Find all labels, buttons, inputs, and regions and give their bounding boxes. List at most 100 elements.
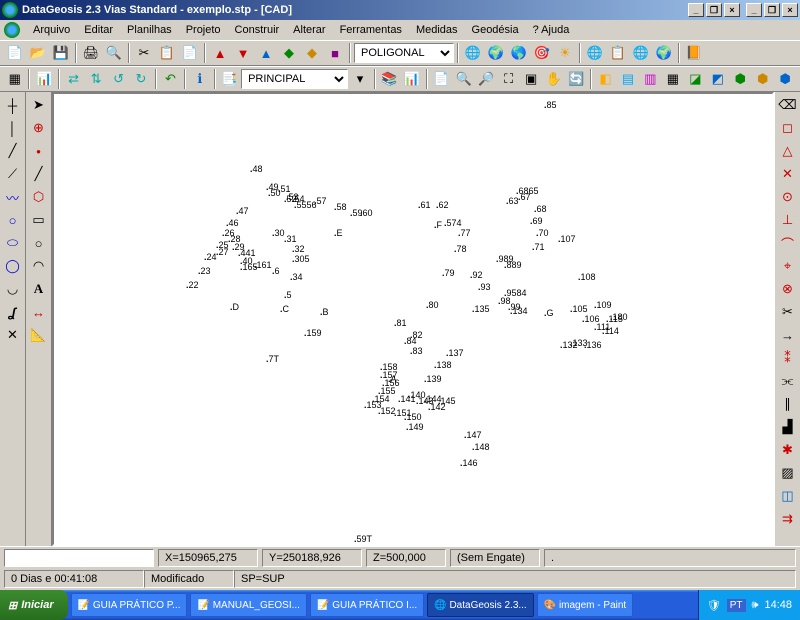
tool-a-icon[interactable]: ▲: [209, 42, 231, 64]
paste-icon[interactable]: 📄: [179, 42, 201, 64]
help-icon[interactable]: 📙: [683, 42, 705, 64]
mirror-icon[interactable]: ▟: [777, 416, 799, 438]
closed-icon[interactable]: ⬡: [28, 186, 50, 208]
globe-1-icon[interactable]: 🌐: [462, 42, 484, 64]
globe-2-icon[interactable]: 🌍: [485, 42, 507, 64]
taskbar-item[interactable]: 🌐 DataGeosis 2.3...: [427, 593, 534, 617]
copy-icon[interactable]: 📋: [156, 42, 178, 64]
tray-vol-icon[interactable]: 🕪: [752, 599, 759, 612]
arc2-icon[interactable]: ◯: [2, 255, 24, 277]
dline-icon[interactable]: ⟋: [2, 163, 24, 185]
layer-f-icon[interactable]: ◩: [707, 68, 728, 90]
line-icon[interactable]: ╱: [2, 140, 24, 162]
globe-5-icon[interactable]: 🌐: [630, 42, 652, 64]
curve-icon[interactable]: ʆ: [2, 301, 24, 323]
preview-icon[interactable]: 🔍: [103, 42, 125, 64]
taskbar-item[interactable]: 📝 MANUAL_GEOSI...: [190, 593, 306, 617]
circ2-icon[interactable]: ○: [28, 232, 50, 254]
zoom-out-icon[interactable]: 🔎: [476, 68, 497, 90]
refresh-icon[interactable]: 🔄: [565, 68, 586, 90]
menu-projeto[interactable]: Projeto: [179, 22, 228, 38]
chart-icon[interactable]: 📊: [33, 68, 54, 90]
delete-icon[interactable]: ✕: [2, 324, 24, 346]
taskbar-item[interactable]: 📝 GUIA PRÁTICO I...: [310, 593, 424, 617]
new-icon[interactable]: 📄: [4, 42, 26, 64]
globe-4-icon[interactable]: 🌐: [584, 42, 606, 64]
arrows-2-icon[interactable]: ⇅: [85, 68, 106, 90]
cad-canvas[interactable]: 85 59T 222324252627282944140464748495051…: [52, 92, 774, 546]
cut-icon[interactable]: ✂: [133, 42, 155, 64]
maximize-button[interactable]: ❐: [706, 3, 722, 17]
snap-cen-icon[interactable]: ⊙: [777, 186, 799, 208]
snap-near-icon[interactable]: ⌖: [777, 255, 799, 277]
polyline-icon[interactable]: 〰: [2, 186, 24, 208]
tool-b-icon[interactable]: ▼: [232, 42, 254, 64]
axis-icon[interactable]: ┼: [2, 94, 24, 116]
undo-icon[interactable]: ↶: [160, 68, 181, 90]
menu-construir[interactable]: Construir: [228, 22, 287, 38]
print-icon[interactable]: 🖨: [80, 42, 102, 64]
menu-geodsia[interactable]: Geodésia: [465, 22, 526, 38]
grid-icon[interactable]: ▦: [4, 68, 25, 90]
zoom-window-icon[interactable]: ▣: [520, 68, 541, 90]
join-icon[interactable]: ⫘: [777, 370, 799, 392]
child-maximize-button[interactable]: ❐: [764, 3, 780, 17]
menu-ferramentas[interactable]: Ferramentas: [333, 22, 409, 38]
info-icon[interactable]: ℹ: [189, 68, 210, 90]
menu-alterar[interactable]: Alterar: [286, 22, 332, 38]
globe-3-icon[interactable]: 🌎: [508, 42, 530, 64]
menu-planilhas[interactable]: Planilhas: [120, 22, 179, 38]
rect-icon[interactable]: ▭: [28, 209, 50, 231]
clock[interactable]: 14:48: [764, 599, 792, 611]
snap-int-icon[interactable]: ✕: [777, 163, 799, 185]
offset-icon[interactable]: ∥: [777, 393, 799, 415]
layer-combo[interactable]: PRINCIPAL: [241, 69, 348, 89]
circle-icon[interactable]: ○: [2, 209, 24, 231]
ellipse-icon[interactable]: ⬭: [2, 232, 24, 254]
poligonal-combo[interactable]: POLIGONAL: [354, 43, 454, 63]
trim-icon[interactable]: ✂: [777, 301, 799, 323]
page-icon[interactable]: 📄: [431, 68, 452, 90]
command-input[interactable]: [4, 549, 154, 567]
stack-icon[interactable]: 📚: [379, 68, 400, 90]
menu-medidas[interactable]: Medidas: [409, 22, 465, 38]
layer-b-icon[interactable]: ▤: [617, 68, 638, 90]
snap-perp-icon[interactable]: ⊥: [777, 209, 799, 231]
break-icon[interactable]: ⁑: [777, 347, 799, 369]
target-icon[interactable]: 🎯: [531, 42, 553, 64]
tool-e-icon[interactable]: ◆: [301, 42, 323, 64]
surf-a-icon[interactable]: ⬢: [730, 68, 751, 90]
hatch-icon[interactable]: ▨: [777, 462, 799, 484]
measure-icon[interactable]: 📐: [28, 324, 50, 346]
mark-icon[interactable]: ⊕: [28, 117, 50, 139]
start-button[interactable]: ⊞Iniciar: [0, 590, 68, 620]
arrows-3-icon[interactable]: ↺: [108, 68, 129, 90]
snap-tan-icon[interactable]: ⌒: [777, 232, 799, 254]
zoom-fit-icon[interactable]: ⛶: [498, 68, 519, 90]
layer-c-icon[interactable]: ▥: [640, 68, 661, 90]
text-icon[interactable]: A: [28, 278, 50, 300]
tool-f-icon[interactable]: ■: [324, 42, 346, 64]
save-icon[interactable]: 💾: [50, 42, 72, 64]
close-button[interactable]: ×: [724, 3, 740, 17]
sun-icon[interactable]: ☀: [554, 42, 576, 64]
taskbar-item[interactable]: 📝 GUIA PRÁTICO P...: [71, 593, 188, 617]
snap-mid-icon[interactable]: △: [777, 140, 799, 162]
pan-icon[interactable]: ✋: [543, 68, 564, 90]
surf-c-icon[interactable]: ⬢: [774, 68, 795, 90]
dim-icon[interactable]: ↔: [28, 301, 50, 323]
menu-ajuda[interactable]: ? Ajuda: [526, 22, 577, 38]
eraser-icon[interactable]: ⌫: [777, 94, 799, 116]
open-icon[interactable]: 📂: [27, 42, 49, 64]
snap-end-icon[interactable]: ◻: [777, 117, 799, 139]
point-icon[interactable]: •: [28, 140, 50, 162]
taskbar-item[interactable]: 🎨 imagem - Paint: [537, 593, 633, 617]
seg-icon[interactable]: ╱: [28, 163, 50, 185]
surf-b-icon[interactable]: ⬢: [752, 68, 773, 90]
tool-c-icon[interactable]: ▲: [255, 42, 277, 64]
layer-a-icon[interactable]: ◧: [595, 68, 616, 90]
minimize-button[interactable]: _: [688, 3, 704, 17]
arc3-icon[interactable]: ◠: [28, 255, 50, 277]
lang-indicator[interactable]: PT: [727, 599, 746, 612]
zoom-in-icon[interactable]: 🔍: [453, 68, 474, 90]
